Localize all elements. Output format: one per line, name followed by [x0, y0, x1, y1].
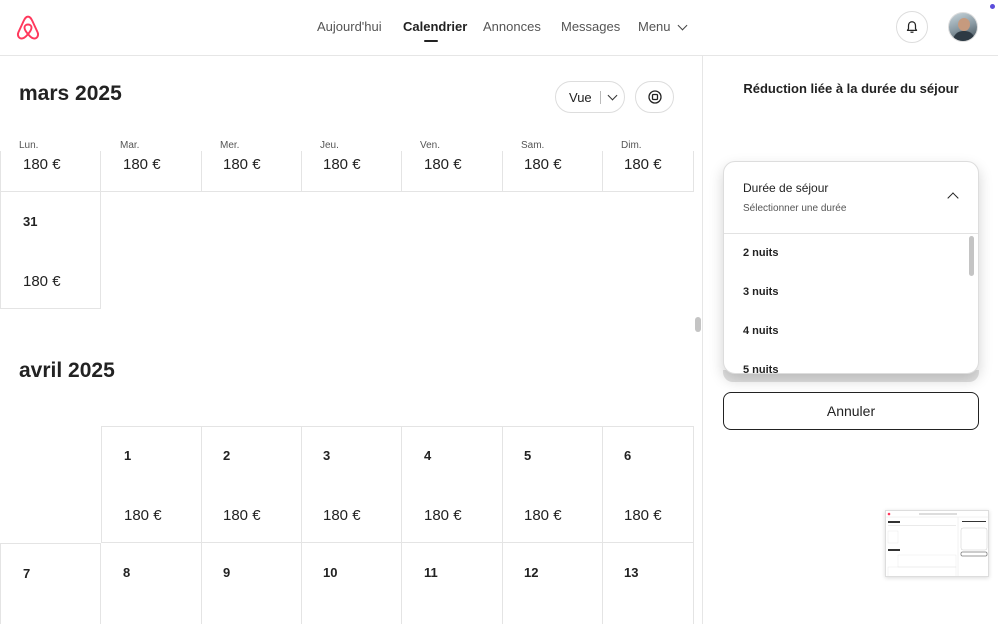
day-price: 180 € — [624, 156, 662, 173]
day-price: 180 € — [23, 156, 61, 173]
day-number: 5 — [524, 448, 532, 463]
settings-icon — [647, 90, 662, 104]
nav-menu-label: Menu — [638, 19, 671, 34]
calendar-settings-button[interactable] — [635, 81, 674, 113]
day-cell[interactable]: 180 € — [0, 151, 101, 192]
weekday-wed: Mer. — [220, 140, 240, 151]
day-number: 31 — [23, 214, 38, 229]
weekday-thu: Jeu. — [320, 140, 339, 151]
day-number: 6 — [624, 448, 632, 463]
top-header: Aujourd'hui Calendrier Annonces Messages… — [0, 0, 998, 56]
day-cell[interactable]: 12 — [502, 543, 603, 624]
screenshot-thumbnail[interactable] — [885, 510, 989, 577]
dropdown-option[interactable]: 5 nuits — [743, 364, 778, 373]
day-cell[interactable]: 8 — [101, 543, 202, 624]
day-cell[interactable]: 1 180 € — [101, 426, 202, 543]
dropdown-placeholder: Sélectionner une durée — [743, 203, 847, 214]
day-number: 4 — [424, 448, 432, 463]
notification-dot — [990, 4, 995, 9]
day-number: 7 — [23, 566, 31, 581]
dropdown-option[interactable]: 3 nuits — [743, 286, 778, 298]
day-number: 10 — [323, 565, 338, 580]
day-number: 8 — [123, 565, 131, 580]
dropdown-scrollbar[interactable] — [969, 236, 974, 276]
day-price: 180 € — [524, 507, 562, 524]
day-number: 9 — [223, 565, 231, 580]
weekday-sat: Sam. — [521, 140, 545, 151]
day-cell[interactable]: 11 — [402, 543, 503, 624]
day-price: 180 € — [124, 507, 162, 524]
nav-messages[interactable]: Messages — [561, 19, 620, 34]
avatar[interactable] — [948, 12, 978, 42]
day-number: 12 — [524, 565, 539, 580]
day-price: 180 € — [323, 507, 361, 524]
nav-menu[interactable]: Menu — [638, 19, 687, 34]
view-label: Vue — [569, 89, 592, 105]
day-number: 2 — [223, 448, 231, 463]
panel-title: Réduction liée à la durée du séjour — [743, 81, 959, 96]
day-cell[interactable]: 3 180 € — [301, 426, 402, 543]
day-cell[interactable]: 180 € — [201, 151, 302, 192]
notifications-button[interactable] — [896, 11, 928, 43]
page-preview-image — [886, 511, 988, 576]
day-price: 180 € — [23, 273, 61, 290]
nav-today[interactable]: Aujourd'hui — [317, 19, 382, 34]
weekday-mon: Lun. — [19, 140, 39, 151]
day-cell[interactable]: 5 180 € — [502, 426, 603, 543]
nav-calendar[interactable]: Calendrier — [403, 19, 467, 34]
avatar-body — [953, 31, 975, 41]
day-cell[interactable]: 2 180 € — [201, 426, 302, 543]
day-price: 180 € — [323, 156, 361, 173]
chevron-down-icon — [607, 90, 618, 100]
day-cell[interactable]: 10 — [301, 543, 402, 624]
day-cell[interactable]: 7 — [0, 543, 101, 624]
day-price: 180 € — [624, 507, 662, 524]
weekday-tue: Mar. — [120, 140, 140, 151]
dropdown-option[interactable]: 4 nuits — [743, 325, 778, 337]
month-title-march: mars 2025 — [19, 82, 122, 105]
dropdown-header[interactable]: Durée de séjour Sélectionner une durée — [724, 162, 978, 234]
weekday-fri: Ven. — [420, 140, 441, 151]
day-cell[interactable]: 4 180 € — [402, 426, 503, 543]
day-cell[interactable]: 180 € — [101, 151, 202, 192]
day-price: 180 € — [123, 156, 161, 173]
day-cell[interactable]: 180 € — [301, 151, 402, 192]
month-title-april: avril 2025 — [19, 359, 115, 382]
cancel-button[interactable]: Annuler — [723, 392, 979, 430]
nav-listings[interactable]: Annonces — [483, 19, 541, 34]
dropdown-label: Durée de séjour — [743, 181, 829, 195]
day-price: 180 € — [223, 156, 261, 173]
avatar-head — [958, 18, 970, 31]
main-nav: Aujourd'hui Calendrier Annonces Messages… — [0, 0, 998, 56]
chevron-down-icon — [677, 20, 687, 31]
day-number: 11 — [424, 565, 438, 580]
day-cell[interactable]: 180 € — [402, 151, 503, 192]
day-cell[interactable]: 9 — [201, 543, 302, 624]
active-tab-indicator — [424, 40, 438, 42]
day-cell[interactable]: 31 180 € — [0, 192, 101, 309]
day-number: 3 — [323, 448, 331, 463]
day-price: 180 € — [424, 156, 462, 173]
day-cell[interactable]: 180 € — [602, 151, 694, 192]
chevron-up-icon — [947, 192, 959, 204]
day-cell[interactable]: 6 180 € — [602, 426, 694, 543]
calendar-pane: mars 2025 Vue Lun. Mar. Mer. Jeu. Ven. S… — [0, 56, 703, 624]
view-button[interactable]: Vue — [555, 81, 625, 113]
day-cell[interactable]: 13 — [602, 543, 694, 624]
day-cell[interactable]: 180 € — [502, 151, 603, 192]
stay-length-dropdown[interactable]: Durée de séjour Sélectionner une durée 2… — [723, 161, 979, 374]
day-price: 180 € — [223, 507, 261, 524]
calendar-scrollbar[interactable] — [695, 317, 701, 332]
day-number: 1 — [124, 448, 132, 463]
day-price: 180 € — [524, 156, 562, 173]
divider — [599, 90, 601, 104]
weekday-sun: Dim. — [621, 140, 642, 151]
dropdown-option[interactable]: 2 nuits — [743, 247, 778, 259]
day-number: 13 — [624, 565, 639, 580]
day-price: 180 € — [424, 507, 462, 524]
bell-icon — [906, 21, 918, 33]
